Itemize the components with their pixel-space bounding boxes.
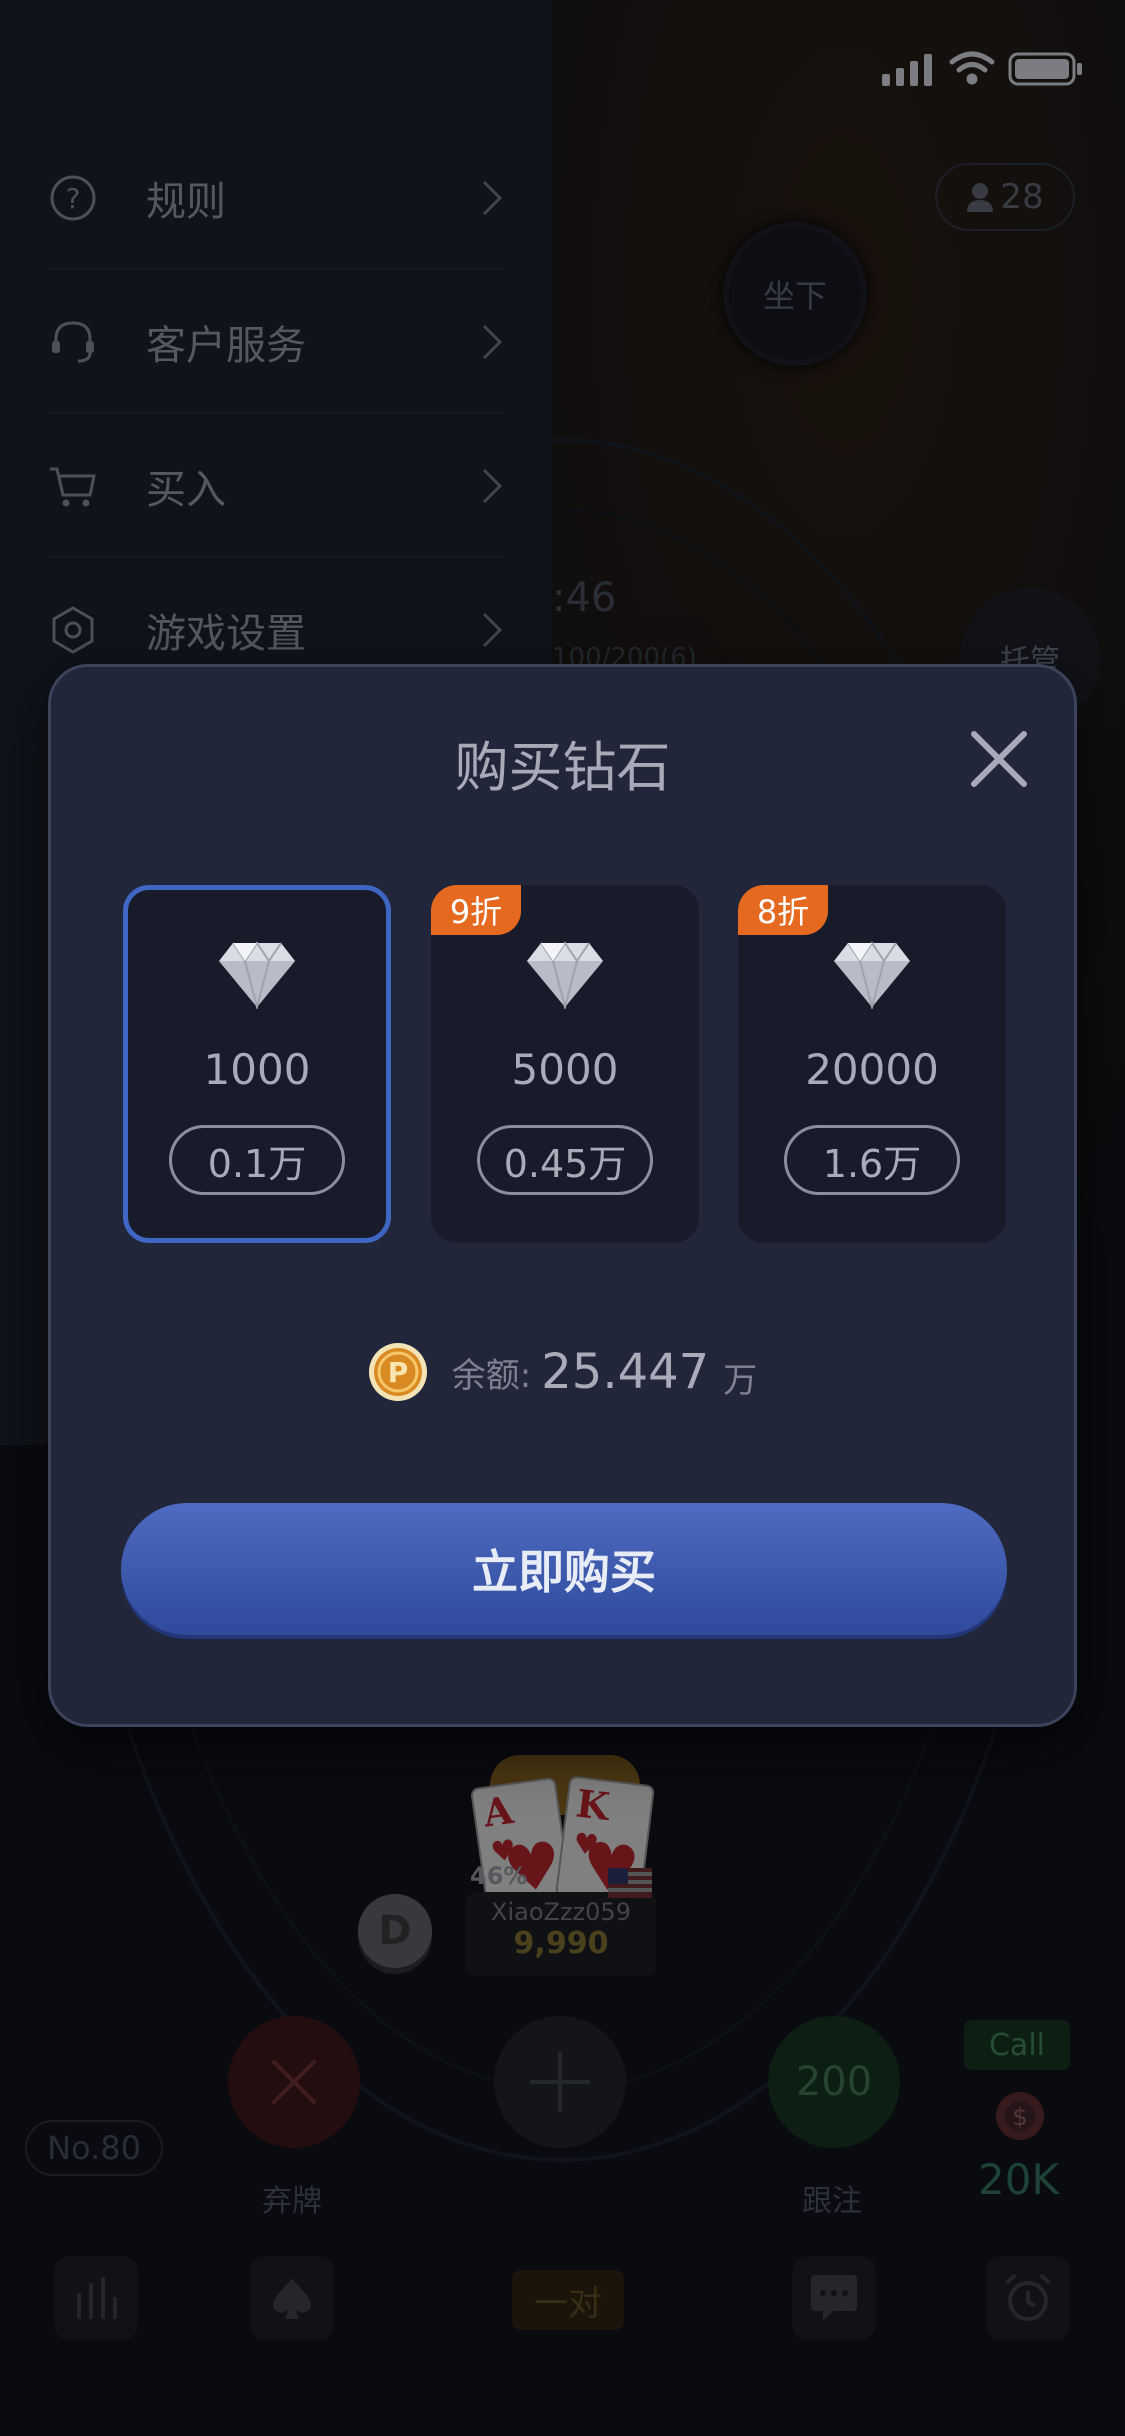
close-icon — [971, 731, 1027, 787]
diamond-package-5000[interactable]: 9折 5000 0.45万 — [431, 885, 699, 1243]
diamond-package-1000[interactable]: 1000 0.1万 — [123, 885, 391, 1243]
diamond-package-20000[interactable]: 8折 20000 1.6万 — [738, 885, 1006, 1243]
dialog-title: 购买钻石 — [454, 736, 671, 799]
price-label: 1.6万 — [822, 1141, 922, 1186]
balance-label: 余额: — [451, 1355, 532, 1396]
buy-now-label: 立即购买 — [472, 1545, 656, 1599]
buy-diamonds-dialog: 购买钻石 1000 0.1万 9折 5000 0.45万 8折 20000 1.… — [48, 664, 1077, 1727]
diamond-icon — [834, 941, 910, 1009]
discount-badge: 9折 — [431, 885, 521, 935]
price-label: 0.1万 — [207, 1141, 307, 1186]
close-button[interactable] — [966, 726, 1032, 792]
balance-row: P 余额: 25.447 万 — [51, 1340, 1074, 1404]
diamond-amount: 20000 — [805, 1045, 939, 1094]
diamond-amount: 5000 — [511, 1045, 619, 1094]
price-pill: 0.45万 — [477, 1125, 653, 1195]
discount-label: 8折 — [756, 893, 810, 931]
diamond-icon — [219, 941, 295, 1009]
price-label: 0.45万 — [503, 1141, 627, 1186]
discount-badge: 8折 — [738, 885, 828, 935]
diamond-amount: 1000 — [203, 1045, 311, 1094]
coin-icon: P — [368, 1343, 427, 1401]
balance-unit: 万 — [723, 1360, 758, 1401]
price-pill: 0.1万 — [169, 1125, 345, 1195]
price-pill: 1.6万 — [784, 1125, 960, 1195]
balance-value: 25.447 — [541, 1344, 710, 1400]
diamond-icon — [527, 941, 603, 1009]
svg-text:P: P — [388, 1356, 409, 1389]
buy-now-button[interactable]: 立即购买 — [121, 1503, 1007, 1635]
discount-label: 9折 — [449, 893, 503, 931]
